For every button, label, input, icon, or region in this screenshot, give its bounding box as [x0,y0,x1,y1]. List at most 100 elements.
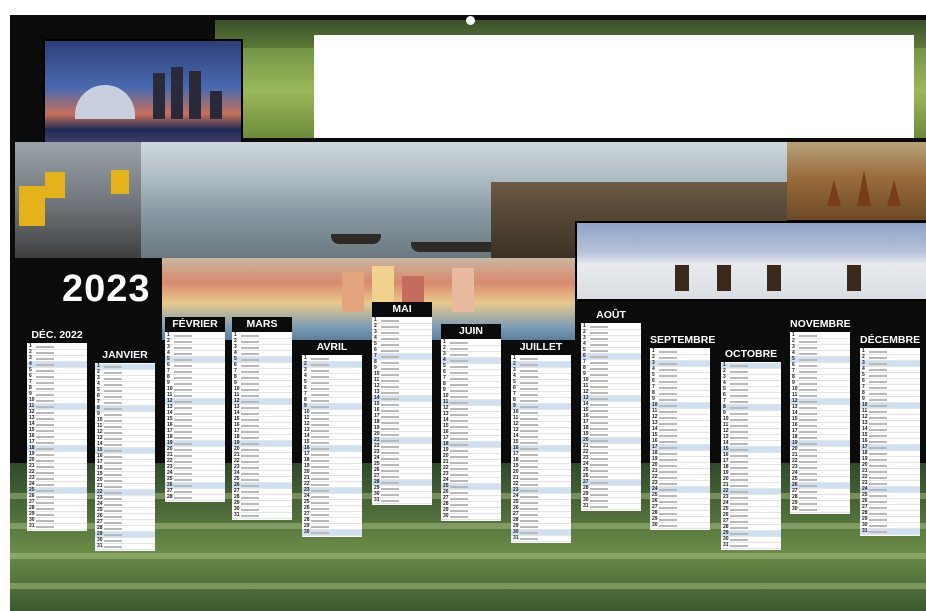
saint-name-line [241,508,259,511]
saint-name-line [104,479,122,482]
saint-name-line [381,355,399,358]
saint-name-line [450,383,468,386]
month-column: AVRIL 1 2 3 4 5 6 7 8 9 10 11 12 13 14 15 16 17 18 19 20 21 22… [302,340,362,537]
saint-name-line [36,501,54,504]
saint-name-line [659,410,677,413]
saint-name-line [104,467,122,470]
saint-name-line [590,343,608,346]
saint-name-line [174,358,192,361]
saint-name-line [869,530,887,533]
saint-name-line [730,412,748,415]
saint-name-line [520,387,538,390]
saint-name-line [311,423,329,426]
saint-name-line [869,440,887,443]
saint-name-line [659,512,677,515]
saint-name-line [241,382,259,385]
saint-name-line [450,395,468,398]
saint-name-line [730,520,748,523]
month-name: NOVEMBRE [790,317,851,332]
saint-name-line [311,441,329,444]
day-number: 31 [29,523,35,529]
saint-name-line [36,351,54,354]
saint-name-line [174,334,192,337]
saint-name-line [174,340,192,343]
saint-name-line [36,357,54,360]
saint-name-line [241,358,259,361]
saint-name-line [520,369,538,372]
saint-name-line [520,435,538,438]
saint-name-line [730,424,748,427]
saint-name-line [174,400,192,403]
day-number: 30 [792,506,798,512]
saint-name-line [311,501,329,504]
saint-name-line [730,382,748,385]
saint-name-line [869,356,887,359]
saint-name-line [590,445,608,448]
saint-name-line [869,386,887,389]
saint-name-line [799,352,817,355]
saint-name-line [36,411,54,414]
saint-name-line [590,421,608,424]
saint-name-line [311,435,329,438]
saint-name-line [799,472,817,475]
saint-name-line [799,364,817,367]
saint-name-line [450,347,468,350]
saint-name-line [520,429,538,432]
saint-name-line [174,394,192,397]
saint-name-line [730,538,748,541]
month-column: JUIN 1 2 3 4 5 6 7 8 9 10 11 12 13 14 15 16 17 18 19 20 21 22 2… [441,324,501,521]
saint-name-line [799,340,817,343]
saint-name-line [241,388,259,391]
cyclo-street-photo [15,142,141,258]
saint-name-line [311,507,329,510]
saint-name-line [311,357,329,360]
day-row: 31 [511,535,571,542]
saint-name-line [590,379,608,382]
saint-name-line [659,380,677,383]
saint-name-line [174,406,192,409]
month-days: 1 2 3 4 5 6 7 8 9 10 11 12 13 14 15 16 17 18 19 20 21 22 23 24 2… [511,355,571,543]
month-name: FÉVRIER [165,317,225,332]
saint-name-line [659,374,677,377]
day-row: 31 [581,503,641,510]
saint-name-line [590,457,608,460]
saint-name-line [590,481,608,484]
saint-name-line [799,478,817,481]
saint-name-line [174,364,192,367]
saint-name-line [241,466,259,469]
saint-name-line [381,349,399,352]
saint-name-line [381,493,399,496]
day-number: 28 [167,494,173,500]
saint-name-line [311,417,329,420]
saint-name-line [659,416,677,419]
saint-name-line [659,440,677,443]
saint-name-line [36,513,54,516]
saint-name-line [590,499,608,502]
saint-name-line [520,447,538,450]
saint-name-line [311,411,329,414]
saint-name-line [659,428,677,431]
saint-name-line [869,476,887,479]
saint-name-line [590,475,608,478]
saint-name-line [659,482,677,485]
saint-name-line [104,449,122,452]
saint-name-line [450,473,468,476]
saint-name-line [311,471,329,474]
saint-name-line [659,404,677,407]
saint-name-line [799,382,817,385]
month-days: 1 2 3 4 5 6 7 8 9 10 11 12 13 14 15 16 17 18 19 20 21 22 23 24 2… [165,332,225,502]
calendar-poster: 2023 DÉC. 2022 1 2 3 4 5 6 7 8 9 10 11 12 13 14 15 16 17 1… [10,15,926,611]
saint-name-line [799,436,817,439]
saint-name-line [869,368,887,371]
saint-name-line [104,371,122,374]
saint-name-line [590,409,608,412]
saint-name-line [241,418,259,421]
saint-name-line [450,491,468,494]
saint-name-line [174,490,192,493]
month-days: 1 2 3 4 5 6 7 8 9 10 11 12 13 14 15 16 17 18 19 20 21 22 23 24 2… [95,363,155,551]
saint-name-line [174,424,192,427]
saint-name-line [36,507,54,510]
saint-name-line [590,331,608,334]
saint-name-line [799,490,817,493]
saint-name-line [381,367,399,370]
